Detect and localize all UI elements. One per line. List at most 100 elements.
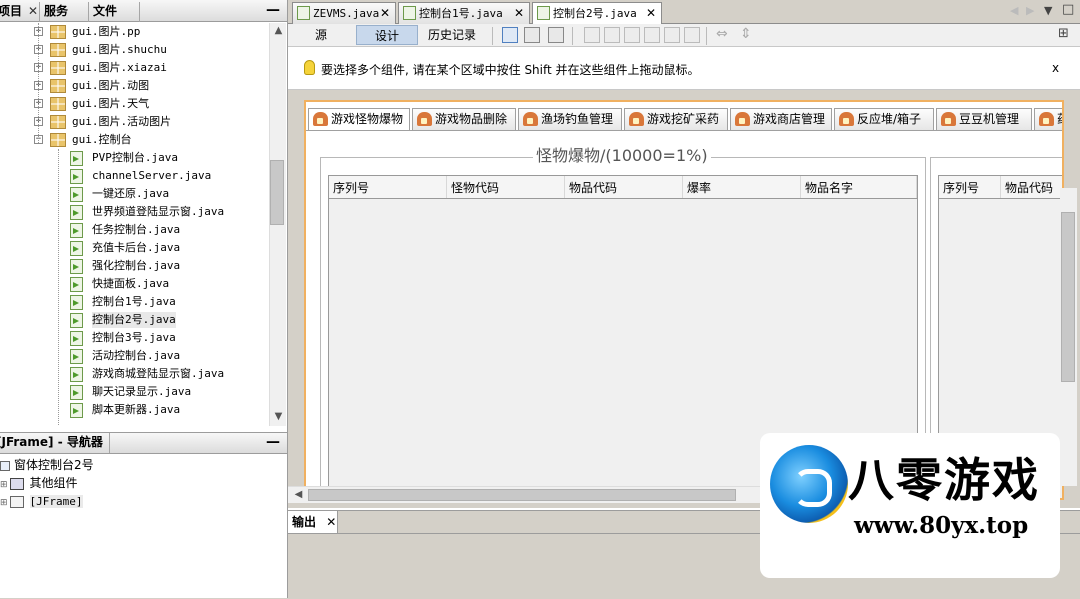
- hint-text: 要选择多个组件, 请在某个区域中按住 Shift 并在这些组件上拖动鼠标。: [321, 63, 700, 77]
- tree-item-label: 任务控制台.java: [92, 223, 181, 236]
- watermark-url: www.80yx.top: [854, 512, 1029, 539]
- design-hscroll-thumb[interactable]: [308, 489, 736, 501]
- tree-file-item[interactable]: 充值卡后台.java: [0, 239, 269, 257]
- palette-toggle-icon[interactable]: ⊞: [1058, 26, 1069, 41]
- tree-file-item[interactable]: 脚本更新器.java: [0, 401, 269, 419]
- tree-package-item[interactable]: + gui.图片.天气: [0, 95, 269, 113]
- close-icon[interactable]: ✕: [514, 3, 524, 23]
- tree-file-item[interactable]: 任务控制台.java: [0, 221, 269, 239]
- history-button[interactable]: 历史记录: [424, 25, 480, 45]
- tab-zevms[interactable]: ZEVMS.java ✕: [292, 2, 396, 24]
- tree-file-item[interactable]: PVP控制台.java: [0, 149, 269, 167]
- tab-console2[interactable]: 控制台2号.java ✕: [532, 2, 662, 25]
- form-tab[interactable]: 豆豆机管理: [936, 108, 1032, 130]
- tab-services[interactable]: 服务: [41, 2, 89, 22]
- form-tab[interactable]: 反应堆/箱子: [834, 108, 934, 130]
- maximize-icon[interactable]: □: [1062, 2, 1074, 17]
- tree-file-item[interactable]: 活动控制台.java: [0, 347, 269, 365]
- tree-file-item[interactable]: 一键还原.java: [0, 185, 269, 203]
- tab-house-icon: [629, 112, 644, 126]
- column-header[interactable]: 物品名字: [801, 176, 917, 198]
- tree-package-item[interactable]: + gui.图片.pp: [0, 23, 269, 41]
- resize-vertical-icon[interactable]: ⇕: [740, 26, 752, 42]
- source-button[interactable]: 源: [298, 25, 344, 45]
- scroll-up-icon[interactable]: ▲: [270, 25, 287, 36]
- close-icon[interactable]: ✕: [109, 435, 110, 449]
- tree-file-item[interactable]: 游戏商城登陆显示窗.java: [0, 365, 269, 383]
- expand-icon[interactable]: ⊞: [0, 480, 8, 490]
- nav-item-label: [JFrame]: [29, 495, 83, 508]
- column-header[interactable]: 物品代码: [565, 176, 683, 198]
- column-header[interactable]: 序列号: [939, 176, 1001, 198]
- selection-mode-icon[interactable]: [502, 27, 518, 43]
- tab-projects[interactable]: 项目 ✕: [0, 2, 40, 22]
- close-icon[interactable]: ✕: [28, 4, 38, 18]
- expand-icon[interactable]: ⊞: [0, 498, 8, 508]
- scroll-tabs-right-icon[interactable]: ▶: [1026, 4, 1034, 17]
- tree-guide-line: [38, 23, 39, 143]
- connection-mode-icon[interactable]: [524, 27, 540, 43]
- tree-file-item[interactable]: 聊天记录显示.java: [0, 383, 269, 401]
- tree-file-item[interactable]: 世界频道登陆显示窗.java: [0, 203, 269, 221]
- project-tree[interactable]: + gui.图片.pp + gui.图片.shuchu + gui.图片.xiazai + g…: [0, 23, 269, 426]
- align-right-icon[interactable]: [604, 27, 620, 43]
- tree-package-item[interactable]: + gui.图片.xiazai: [0, 59, 269, 77]
- navigator-tree[interactable]: 窗体控制台2号 ⊞ 其他组件 ⊞ [JFrame]: [0, 455, 287, 598]
- form-tab[interactable]: 药水: [1034, 108, 1062, 130]
- tab-navigator-label: [JFrame] - 导航器: [0, 435, 103, 449]
- package-icon: [50, 97, 66, 111]
- tree-file-item[interactable]: 快捷面板.java: [0, 275, 269, 293]
- tab-house-icon: [313, 112, 328, 126]
- column-header[interactable]: 怪物代码: [447, 176, 565, 198]
- design-vscroll-thumb[interactable]: [1061, 212, 1075, 382]
- tree-package-item[interactable]: + gui.图片.动图: [0, 77, 269, 95]
- form-tab[interactable]: 游戏物品删除: [412, 108, 516, 130]
- tree-package-item[interactable]: + gui.图片.shuchu: [0, 41, 269, 59]
- align-top-icon[interactable]: [644, 27, 660, 43]
- tab-output[interactable]: 输出 ✕: [288, 511, 338, 533]
- column-header[interactable]: 爆率: [683, 176, 801, 198]
- tree-scroll-thumb[interactable]: [270, 160, 284, 225]
- align-bottom-icon[interactable]: [664, 27, 680, 43]
- scroll-left-icon[interactable]: ◀: [290, 489, 307, 500]
- scroll-down-icon[interactable]: ▼: [270, 411, 287, 422]
- close-icon[interactable]: ✕: [646, 3, 656, 23]
- center-horizontal-icon[interactable]: [624, 27, 640, 43]
- tab-files[interactable]: 文件: [90, 2, 140, 22]
- resize-horizontal-icon[interactable]: ⇔: [716, 26, 728, 42]
- tree-package-item[interactable]: + gui.图片.活动图片: [0, 113, 269, 131]
- align-left-icon[interactable]: [584, 27, 600, 43]
- column-header[interactable]: 序列号: [329, 176, 447, 198]
- minimize-icon[interactable]: —: [266, 1, 280, 19]
- close-icon[interactable]: ✕: [380, 3, 390, 23]
- tree-package-item[interactable]: − gui.控制台: [0, 131, 269, 149]
- tab-list-icon[interactable]: ▼: [1044, 4, 1052, 17]
- hint-bar: 要选择多个组件, 请在某个区域中按住 Shift 并在这些组件上拖动鼠标。 x: [288, 48, 1080, 90]
- scroll-tabs-left-icon[interactable]: ◀: [1010, 4, 1018, 17]
- nav-item-other[interactable]: ⊞ 其他组件: [0, 474, 78, 492]
- tree-file-item[interactable]: 控制台3号.java: [0, 329, 269, 347]
- minimize-icon[interactable]: —: [266, 433, 280, 451]
- nav-item-jframe[interactable]: ⊞ [JFrame]: [0, 492, 83, 510]
- tab-console1[interactable]: 控制台1号.java ✕: [398, 2, 530, 24]
- tree-file-item[interactable]: 控制台2号.java: [0, 311, 269, 329]
- form-tab[interactable]: 游戏怪物爆物: [308, 108, 410, 131]
- center-vertical-icon[interactable]: [684, 27, 700, 43]
- hint-close-button[interactable]: x: [1052, 61, 1059, 75]
- preview-design-icon[interactable]: [548, 27, 564, 43]
- column-header[interactable]: 物品代码: [1001, 176, 1062, 198]
- form-tab[interactable]: 渔场钓鱼管理: [518, 108, 622, 130]
- tree-item-label: 脚本更新器.java: [92, 403, 181, 416]
- table-header: 序列号 物品代码: [938, 175, 1062, 199]
- close-icon[interactable]: ✕: [326, 515, 336, 529]
- tree-file-item[interactable]: 强化控制台.java: [0, 257, 269, 275]
- tree-file-item[interactable]: 控制台1号.java: [0, 293, 269, 311]
- nav-item-form[interactable]: 窗体控制台2号: [0, 456, 94, 474]
- tab-navigator[interactable]: [JFrame] - 导航器 ✕: [0, 433, 110, 453]
- design-button[interactable]: 设计: [356, 25, 418, 45]
- package-icon: [50, 25, 66, 39]
- form-tab[interactable]: 游戏挖矿采药: [624, 108, 728, 130]
- tree-file-item[interactable]: channelServer.java: [0, 167, 269, 185]
- tab-house-icon: [941, 112, 956, 126]
- form-tab[interactable]: 游戏商店管理: [730, 108, 832, 130]
